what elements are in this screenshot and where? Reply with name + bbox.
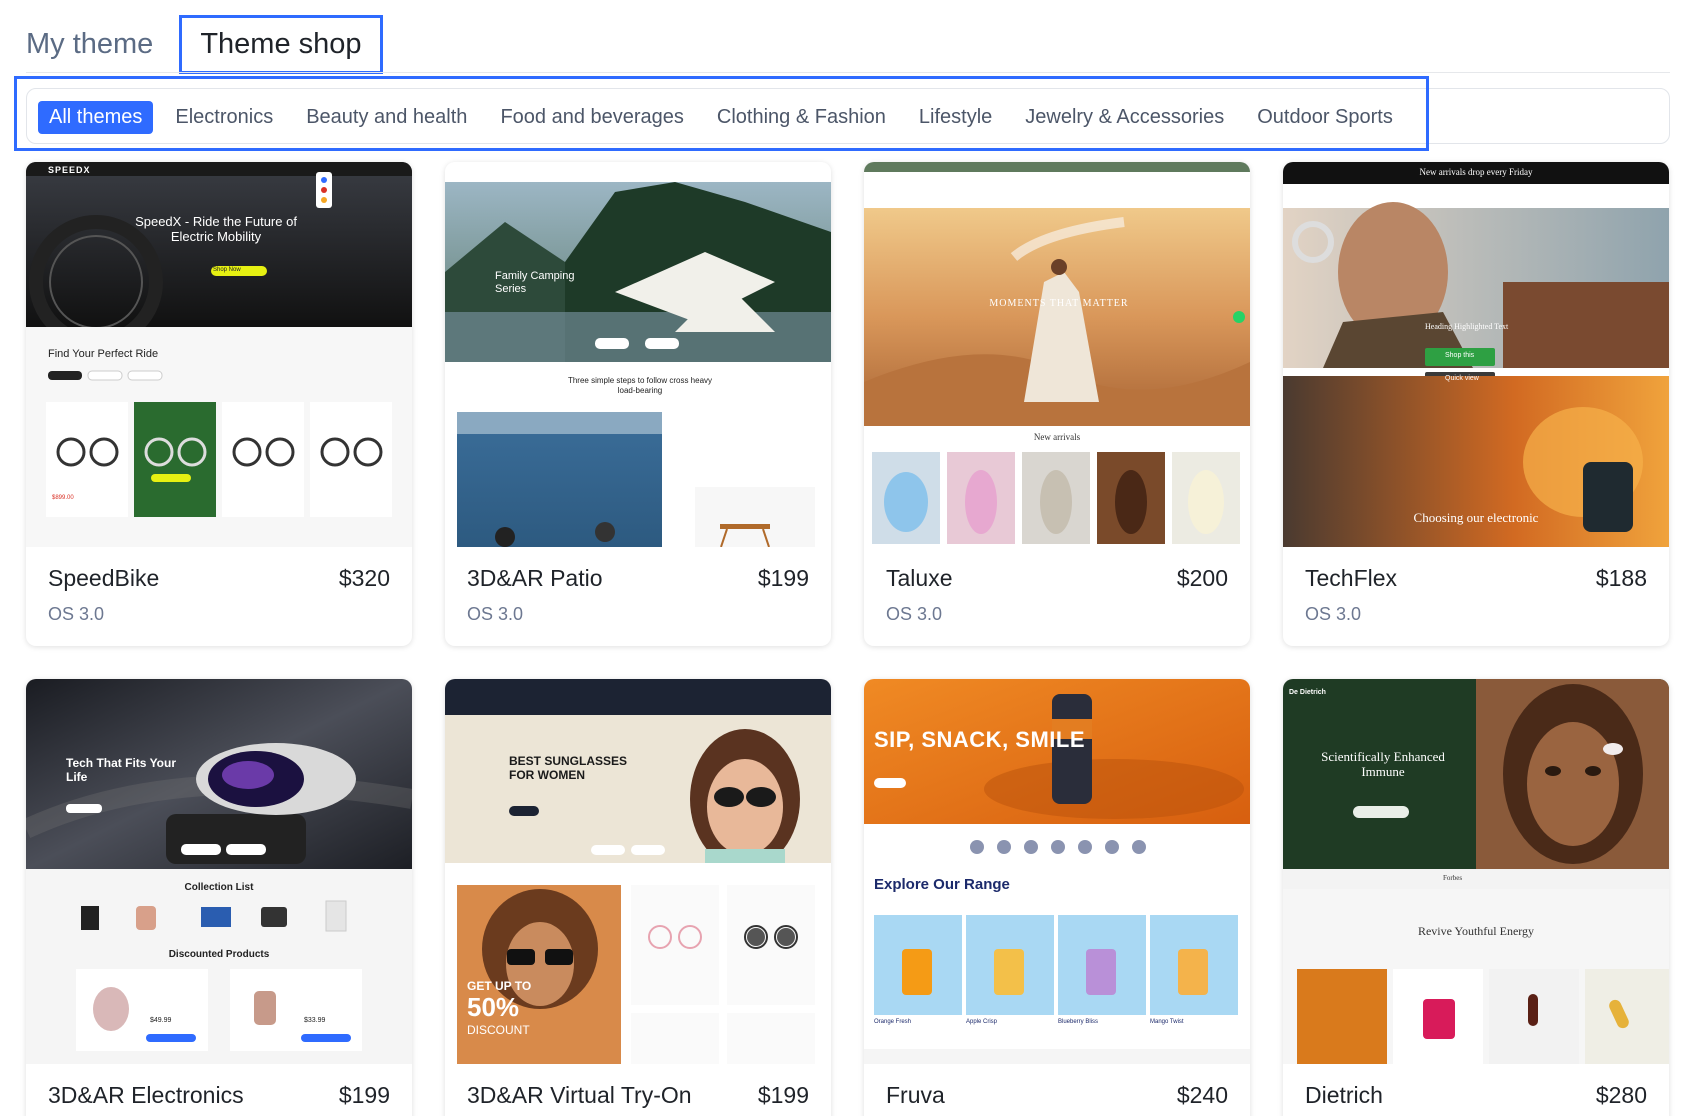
top-tabs: My theme Theme shop [26, 14, 383, 74]
theme-name: 3D&AR Virtual Try-On [467, 1082, 692, 1108]
preview-section-title: Three simple steps to follow cross heavy… [567, 376, 713, 395]
preview-section-title: New arrivals [1033, 432, 1081, 442]
theme-card-3dar-patio[interactable]: Family Camping Series Three simple steps… [445, 162, 831, 646]
preview-button: Shop Now [213, 267, 241, 273]
preview-hero-text: BEST SUNGLASSES FOR WOMEN [509, 754, 628, 782]
theme-card-3dar-virtual-try-on[interactable]: BEST SUNGLASSES FOR WOMEN GET UP TO 50% … [445, 679, 831, 1116]
theme-os-version: OS 3.0 [886, 604, 943, 624]
preview-hero-text: Heading Highlighted Text [1425, 322, 1509, 331]
preview-section-title: Choosing our electronic [1413, 510, 1539, 525]
preview-brand: De Dietrich [1289, 689, 1326, 696]
theme-name: 3D&AR Patio [467, 565, 603, 591]
tab-my-theme[interactable]: My theme [26, 28, 169, 61]
category-outdoor-sports[interactable]: Outdoor Sports [1246, 101, 1404, 134]
preview-press-logo: Forbes [1443, 874, 1463, 882]
preview-promo-text: GET UP TO [467, 979, 532, 993]
theme-card-speedbike[interactable]: SPEEDX SpeedX - Ride the Future of Elect… [26, 162, 412, 646]
preview-hero-text: Tech That Fits Your Life [66, 756, 177, 784]
preview-promo-label: DISCOUNT [467, 1023, 530, 1037]
theme-card-3dar-electronics[interactable]: Tech That Fits Your Life Collection List… [26, 679, 412, 1116]
tabs-divider [26, 72, 1670, 73]
preview-section-title-2: Discounted Products [168, 949, 270, 960]
theme-os-version: OS 3.0 [48, 604, 105, 624]
preview-price: $49.99 [150, 1017, 172, 1024]
preview-product-1: Orange Fresh [874, 1019, 912, 1025]
preview-product-4: Mango Twist [1150, 1019, 1184, 1025]
theme-preview-3dar-virtual-try-on[interactable]: BEST SUNGLASSES FOR WOMEN GET UP TO 50% … [445, 679, 831, 1064]
preview-button-secondary: Quick view [1445, 375, 1479, 382]
category-lifestyle[interactable]: Lifestyle [908, 101, 1003, 134]
theme-preview-taluxe[interactable]: MOMENTS THAT MATTER New arrivals [864, 162, 1250, 547]
theme-price: $188 [1595, 565, 1647, 591]
preview-product-2: Apple Crisp [966, 1019, 998, 1025]
preview-product-3: Blueberry Bliss [1058, 1019, 1099, 1025]
preview-hero-text: MOMENTS THAT MATTER [989, 298, 1129, 309]
category-all-themes[interactable]: All themes [38, 100, 154, 134]
theme-preview-dietrich[interactable]: De Dietrich Scientifically Enhanced Immu… [1283, 679, 1669, 1064]
preview-promo-value: 50% [467, 992, 520, 1022]
preview-section-title: Find Your Perfect Ride [48, 348, 159, 360]
theme-price: $280 [1595, 1082, 1647, 1108]
preview-hero-text: SpeedX - Ride the Future of Electric Mob… [135, 214, 297, 244]
theme-card-techflex[interactable]: New arrivals drop every Friday Heading H… [1283, 162, 1669, 646]
preview-hero-text: Scientifically Enhanced Immune [1321, 749, 1445, 779]
category-clothing-fashion[interactable]: Clothing & Fashion [706, 101, 897, 134]
theme-name: Dietrich [1305, 1082, 1383, 1108]
category-bar: All themes Electronics Beauty and health… [38, 100, 1415, 134]
tab-theme-shop[interactable]: Theme shop [179, 14, 383, 74]
preview-banner: New arrivals drop every Friday [1419, 167, 1533, 177]
theme-preview-fruva[interactable]: SIP, SNACK, SMILE Explore Our Range Oran… [864, 679, 1250, 1064]
theme-price: $200 [1176, 565, 1228, 591]
preview-price-2: $33.99 [304, 1017, 326, 1024]
theme-name: Fruva [886, 1082, 945, 1108]
theme-name: TechFlex [1305, 565, 1398, 591]
theme-os-version: OS 3.0 [1305, 604, 1362, 624]
preview-section-title: Explore Our Range [874, 876, 1010, 893]
category-beauty-health[interactable]: Beauty and health [295, 101, 478, 134]
theme-card-taluxe[interactable]: MOMENTS THAT MATTER New arrivals Taluxe … [864, 162, 1250, 646]
theme-price: $240 [1176, 1082, 1228, 1108]
preview-price: $899.00 [52, 495, 74, 501]
theme-preview-3dar-patio[interactable]: Family Camping Series Three simple steps… [445, 162, 831, 547]
theme-price: $199 [757, 1082, 809, 1108]
preview-hero-text: Family Camping Series [495, 270, 575, 295]
theme-card-fruva[interactable]: SIP, SNACK, SMILE Explore Our Range Oran… [864, 679, 1250, 1116]
theme-preview-speedbike[interactable]: SPEEDX SpeedX - Ride the Future of Elect… [26, 162, 412, 547]
theme-name: Taluxe [886, 565, 953, 591]
theme-price: $199 [338, 1082, 390, 1108]
preview-section-title: Collection List [184, 882, 254, 893]
preview-brand: SPEEDX [48, 165, 91, 175]
theme-card-dietrich[interactable]: De Dietrich Scientifically Enhanced Immu… [1283, 679, 1669, 1116]
theme-price: $199 [757, 565, 809, 591]
theme-preview-3dar-electronics[interactable]: Tech That Fits Your Life Collection List… [26, 679, 412, 1064]
theme-name: 3D&AR Electronics [48, 1082, 244, 1108]
category-jewelry-accessories[interactable]: Jewelry & Accessories [1014, 101, 1235, 134]
theme-os-version: OS 3.0 [467, 604, 524, 624]
theme-price: $320 [338, 565, 390, 591]
category-food-beverages[interactable]: Food and beverages [489, 101, 694, 134]
preview-button: Shop this [1445, 352, 1475, 359]
theme-name: SpeedBike [48, 565, 160, 591]
preview-hero-text: SIP, SNACK, SMILE [874, 727, 1086, 752]
preview-section-title: Revive Youthful Energy [1417, 924, 1535, 938]
category-electronics[interactable]: Electronics [164, 101, 284, 134]
theme-preview-techflex[interactable]: New arrivals drop every Friday Heading H… [1283, 162, 1669, 547]
